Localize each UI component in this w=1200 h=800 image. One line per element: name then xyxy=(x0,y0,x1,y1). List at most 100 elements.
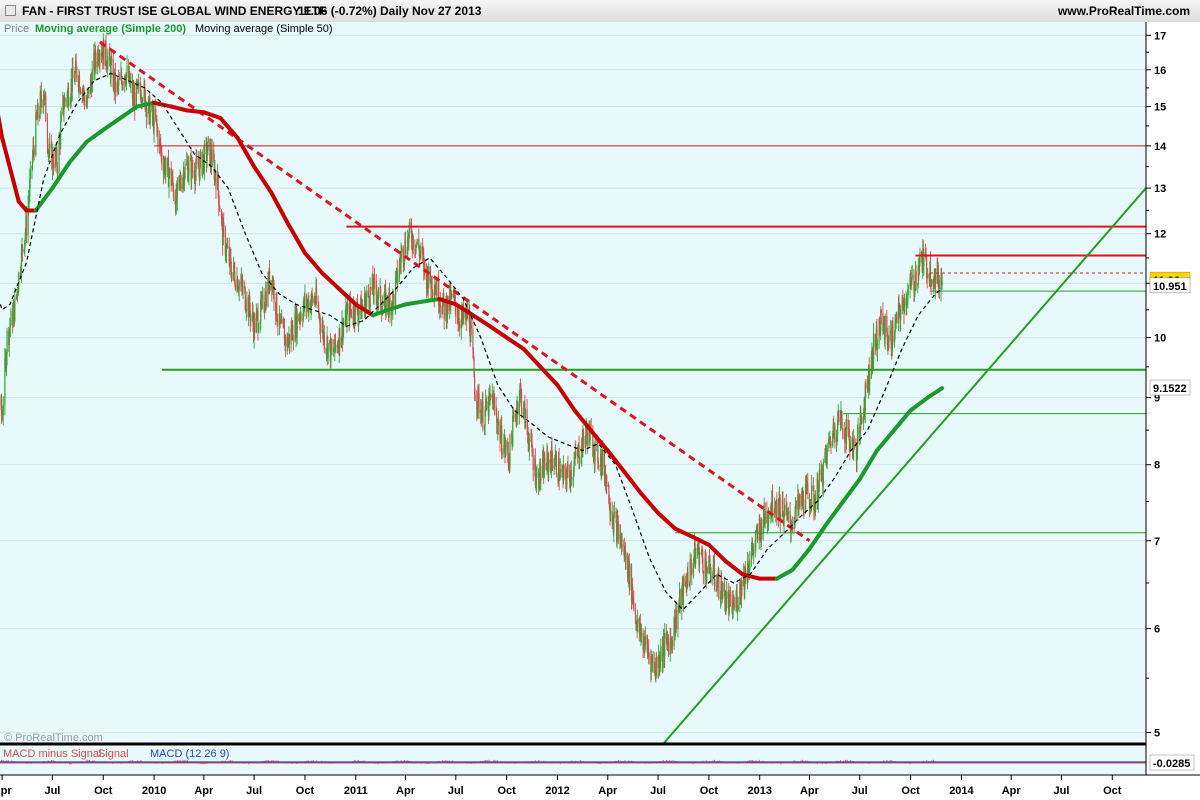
candle-body xyxy=(803,507,805,510)
y-tick-label: 10 xyxy=(1154,333,1166,345)
y-tick-label: 17 xyxy=(1154,30,1166,42)
legend-ma200: Moving average (Simple 200) xyxy=(35,23,186,35)
x-tick-label: 2011 xyxy=(344,785,368,797)
candle-body xyxy=(72,67,74,79)
x-tick-label: 2014 xyxy=(949,785,974,797)
y-tick-label: 6 xyxy=(1154,624,1160,636)
candle-body xyxy=(841,418,843,429)
x-tick-label: Jul xyxy=(852,785,868,797)
price-chart[interactable]: Price Moving average (Simple 200) Moving… xyxy=(0,22,1200,800)
candle-body xyxy=(822,462,824,487)
candle-body xyxy=(609,511,612,515)
candle-body xyxy=(282,318,285,326)
candle-body xyxy=(126,65,128,74)
candle-body xyxy=(412,235,414,250)
candle-body xyxy=(281,318,283,324)
candle-body xyxy=(941,274,943,286)
candle-body xyxy=(377,288,380,300)
candle-body xyxy=(432,291,434,293)
x-tick-label: Oct xyxy=(1103,785,1122,797)
candle-body xyxy=(219,207,221,212)
candle-body xyxy=(105,40,107,64)
candle-body xyxy=(257,330,260,332)
candle-body xyxy=(872,333,875,362)
candle-body xyxy=(821,466,823,484)
candle-body xyxy=(157,130,159,146)
legend-price: Price xyxy=(4,23,29,35)
candle-body xyxy=(315,287,318,302)
x-tick-label: Apr xyxy=(598,785,618,797)
candle-body xyxy=(331,348,333,350)
x-tick-label: Oct xyxy=(296,785,315,797)
candle-body xyxy=(892,323,894,343)
candle-body xyxy=(493,398,496,407)
candle-body xyxy=(188,160,190,175)
candle-body xyxy=(149,110,151,124)
candle-body xyxy=(807,483,809,495)
title-bar: FAN - FIRST TRUST ISE GLOBAL WIND ENERGY… xyxy=(0,0,1200,23)
candle-body xyxy=(246,296,248,312)
candle-body xyxy=(571,476,573,481)
candle-body xyxy=(842,428,844,430)
candle-body xyxy=(288,334,291,345)
candle-body xyxy=(764,511,766,525)
candle-body xyxy=(714,581,716,586)
candle-body xyxy=(834,427,836,442)
candle-body xyxy=(548,459,550,472)
chart-title: FAN - FIRST TRUST ISE GLOBAL WIND ENERGY… xyxy=(22,4,327,18)
candle-body xyxy=(470,325,472,329)
candle-body xyxy=(923,252,925,267)
window-icon[interactable] xyxy=(5,5,16,16)
x-tick-label: Jul xyxy=(44,785,60,797)
brand-link[interactable]: www.ProRealTime.com xyxy=(1058,4,1190,18)
candle-body xyxy=(733,604,735,608)
candle-body xyxy=(903,297,906,314)
candle-body xyxy=(926,256,928,278)
candle-body xyxy=(308,301,310,313)
y-tick-label: 12 xyxy=(1154,229,1166,241)
candle-body xyxy=(416,239,418,245)
candle-body xyxy=(861,418,863,423)
candle-body xyxy=(598,465,600,467)
candle-body xyxy=(597,462,599,466)
candle-body xyxy=(648,655,650,657)
candle-body xyxy=(350,309,352,317)
legend-ma50: Moving average (Simple 50) xyxy=(195,23,333,35)
candle-body xyxy=(234,283,236,290)
candle-body xyxy=(538,472,540,489)
candle-body xyxy=(110,58,113,63)
candle-body xyxy=(602,450,604,468)
x-tick-label: 2012 xyxy=(545,785,569,797)
candle-body xyxy=(404,239,407,253)
candle-body xyxy=(358,310,360,315)
candle-body xyxy=(20,247,23,273)
candle-body xyxy=(838,410,840,423)
x-tick-label: Jul xyxy=(246,785,262,797)
x-tick-label: Jul xyxy=(650,785,666,797)
candle-body xyxy=(393,294,395,306)
candle-body xyxy=(428,266,430,286)
candle-body xyxy=(238,281,240,291)
candle-body xyxy=(184,164,186,178)
candle-body xyxy=(751,545,754,550)
candle-body xyxy=(818,469,821,482)
candle-body xyxy=(644,636,646,646)
candle-body xyxy=(397,277,399,284)
candle-body xyxy=(578,462,581,464)
candle-body xyxy=(10,310,12,325)
candle-body xyxy=(95,61,97,67)
candle-body xyxy=(261,295,264,298)
candle-body xyxy=(811,485,813,508)
candle-body xyxy=(450,292,452,294)
candle-body xyxy=(633,601,635,609)
candle-body xyxy=(776,500,778,519)
candle-body xyxy=(451,293,453,297)
candle-body xyxy=(847,419,849,430)
candle-body xyxy=(215,177,217,190)
candle-body xyxy=(907,286,909,291)
candle-body xyxy=(745,577,747,582)
candle-body xyxy=(689,560,691,583)
period-label: Daily xyxy=(380,4,409,18)
price-change: 11.06 (-0.72%) xyxy=(298,4,377,18)
candle-body xyxy=(621,544,623,548)
